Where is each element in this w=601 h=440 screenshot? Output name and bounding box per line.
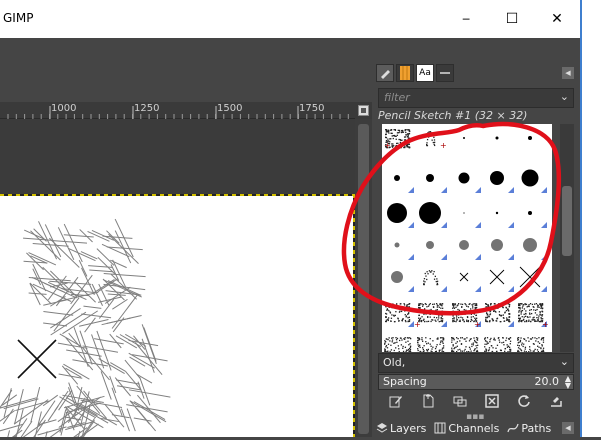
svg-text:+: + [474,320,481,329]
spacing-value: 20.0 [535,375,560,388]
dock-menu-button[interactable]: ◀ [562,67,574,79]
tab-paths[interactable]: Paths [507,422,551,435]
maximize-icon: ☐ [506,11,519,27]
duplicate-icon [453,394,467,408]
desktop-edge [580,0,601,437]
layer-boundary [0,194,355,196]
minimize-icon: ─ [463,13,470,26]
tab-layers[interactable]: Layers [376,422,426,435]
ruler-label: 1250 [134,103,159,114]
maximize-button[interactable]: ☐ [489,0,535,38]
x-mark-stroke [18,340,56,378]
svg-text:+: + [384,141,391,150]
brush-icon [379,67,391,79]
tab-paths-label: Paths [521,422,551,435]
window-border [580,0,582,437]
tag-selector[interactable]: Old, ⌄ [378,353,574,373]
spin-arrows-icon[interactable]: ▲▼ [565,375,571,389]
canvas-padding [0,119,355,195]
dash-icon [439,67,451,79]
tab-layers-label: Layers [390,422,426,435]
tag-value: Old, [383,356,405,369]
close-icon: ✕ [551,11,563,27]
tab-channels[interactable]: Channels [434,422,499,435]
window-title: GIMP [3,11,33,25]
dock-tab-bar: Aa [376,64,454,86]
pattern-icon [399,66,411,80]
triangle-left-icon: ◀ [565,424,570,432]
zoom-navigate-button[interactable] [355,102,372,119]
svg-text:+: + [542,320,549,329]
scrollbar-thumb[interactable] [562,186,572,256]
open-as-image-icon [549,394,563,408]
refresh-icon [517,394,531,408]
layers-dock-tabs: Layers Channels Paths [376,419,576,437]
edit-icon [389,394,403,408]
svg-text:+: + [440,141,447,150]
brush-actions [378,392,574,412]
image-canvas[interactable] [0,195,354,437]
layer-boundary [353,194,355,437]
new-brush-button[interactable] [418,392,438,410]
window-titlebar: GIMP ─ ☐ ✕ [0,0,580,38]
brush-grid-scrollbar[interactable] [560,124,574,352]
navigate-icon [358,105,369,116]
brush-filter-input[interactable]: filter ⌄ [378,88,574,108]
delete-brush-button[interactable] [482,392,502,410]
horizontal-ruler[interactable]: 1000 1250 1500 1750 [0,102,355,119]
paths-icon [507,422,519,434]
svg-text:+: + [414,320,421,329]
tab-channels-label: Channels [448,422,499,435]
dock-menu-button[interactable]: ◀ [562,422,574,434]
tab-dynamics[interactable] [436,64,454,82]
delete-icon [485,394,499,408]
tab-brushes[interactable] [376,64,394,82]
brush-grid[interactable]: + + + + + [382,124,552,352]
triangle-left-icon: ◀ [565,69,570,77]
font-icon: Aa [419,68,431,78]
minimize-button[interactable]: ─ [443,0,489,38]
open-brush-as-image-button[interactable] [546,392,566,410]
close-button[interactable]: ✕ [534,0,580,38]
edit-brush-button[interactable] [386,392,406,410]
new-icon [421,394,435,408]
chevron-down-icon[interactable]: ⌄ [560,355,569,368]
sketch-strokes [0,195,354,437]
brush-thumbnails: + + + + + [382,124,552,352]
ruler-label: 1500 [217,103,242,114]
tab-fonts[interactable]: Aa [416,64,434,82]
refresh-brushes-button[interactable] [514,392,534,410]
selected-brush-name: Pencil Sketch #1 (32 × 32) [378,109,527,122]
canvas-vertical-scrollbar[interactable] [355,119,372,437]
channels-icon [434,422,446,434]
ruler-label: 1000 [51,103,76,114]
brushes-dock: Aa ◀ filter ⌄ Pencil Sketch #1 (32 × 32)… [372,60,580,437]
image-toolbar-area [0,38,372,102]
layers-icon [376,422,388,434]
chevron-down-icon[interactable]: ⌄ [560,90,569,103]
duplicate-brush-button[interactable] [450,392,470,410]
ruler-label: 1750 [299,103,324,114]
tab-patterns[interactable] [396,64,414,82]
filter-placeholder: filter [384,91,410,104]
spacing-slider[interactable]: Spacing 20.0 ▲▼ [378,374,574,390]
spacing-label: Spacing [383,375,427,388]
scrollbar-thumb[interactable] [358,124,369,434]
